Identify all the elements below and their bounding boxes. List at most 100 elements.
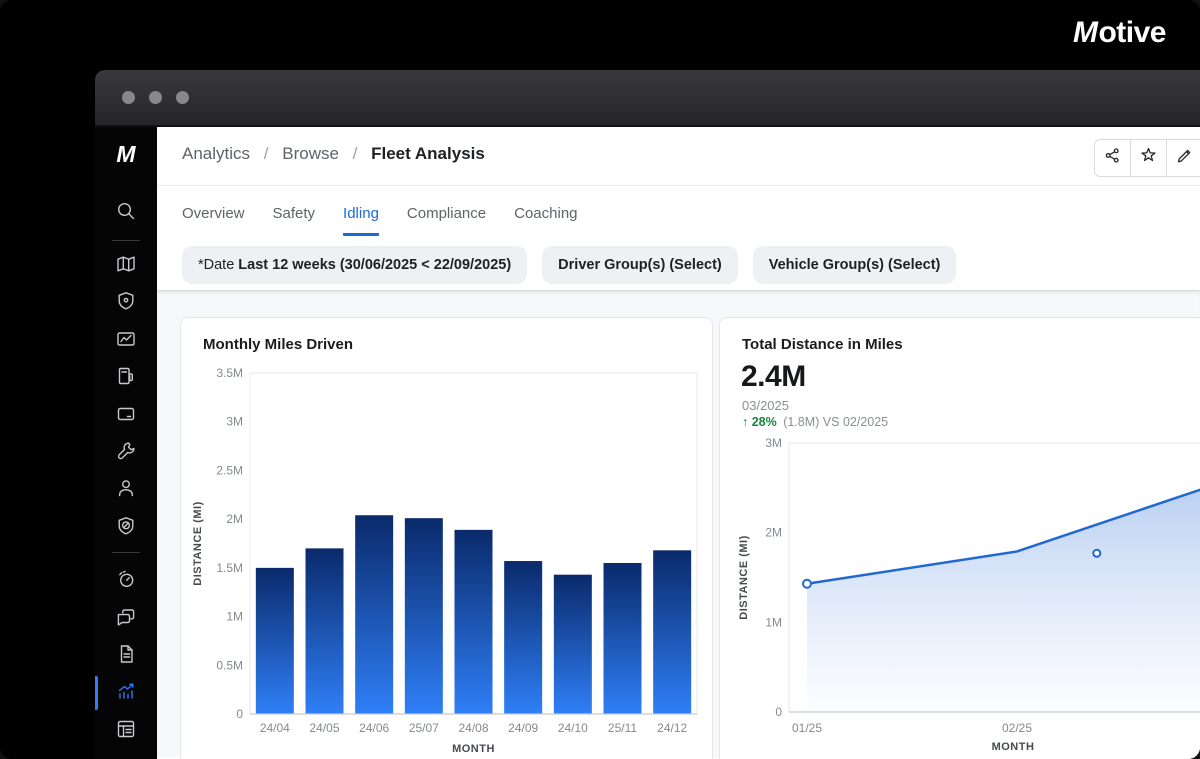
svg-text:24/08: 24/08 — [458, 721, 488, 735]
breadcrumb-analytics[interactable]: Analytics — [182, 144, 250, 163]
window-control-minimize[interactable] — [149, 91, 162, 104]
share-icon — [1103, 146, 1122, 170]
dashcam-icon — [115, 328, 137, 355]
vehicle-group-filter-pill[interactable]: Vehicle Group(s) (Select) — [753, 246, 957, 284]
svg-text:24/09: 24/09 — [508, 721, 538, 735]
date-filter-prefix: *Date — [198, 257, 234, 273]
date-filter-pill[interactable]: *Date Last 12 weeks (30/06/2025 < 22/09/… — [182, 246, 527, 284]
filter-bar: *Date Last 12 weeks (30/06/2025 < 22/09/… — [157, 246, 1200, 290]
svg-text:0.5M: 0.5M — [216, 658, 243, 672]
sidebar-item-tracking[interactable] — [95, 563, 157, 599]
pencil-icon — [1175, 146, 1194, 170]
sidebar-item-card[interactable] — [95, 398, 157, 434]
sidebar-item-search[interactable] — [95, 195, 157, 231]
svg-text:MONTH: MONTH — [992, 741, 1035, 753]
page-header: Analytics / Browse / Fleet Analysis — [157, 127, 1200, 186]
sidebar-item-person[interactable] — [95, 472, 157, 508]
messages-icon — [115, 606, 137, 633]
top-brand-bar: Motive — [0, 0, 1200, 70]
header-action-group — [1095, 139, 1200, 177]
bar-chart-title: Monthly Miles Driven — [203, 336, 353, 353]
sidebar-item-document[interactable] — [95, 638, 157, 674]
kpi-delta-detail: (1.8M) VS 02/2025 — [783, 415, 888, 429]
bar-chart: 00.5M1M1.5M2M2.5M3M3.5M24/0424/0524/0625… — [181, 318, 714, 759]
svg-text:MONTH: MONTH — [452, 743, 495, 755]
svg-text:DISTANCE (MI): DISTANCE (MI) — [738, 535, 750, 620]
svg-text:3M: 3M — [226, 415, 243, 429]
sidebar-active-indicator — [95, 676, 98, 710]
svg-text:1M: 1M — [226, 610, 243, 624]
svg-text:24/06: 24/06 — [359, 721, 389, 735]
tab-overview[interactable]: Overview — [182, 205, 245, 236]
svg-text:3M: 3M — [765, 436, 782, 450]
tab-idling[interactable]: Idling — [343, 205, 379, 236]
svg-text:01/25: 01/25 — [792, 721, 822, 735]
breadcrumb-browse[interactable]: Browse — [282, 144, 339, 163]
motive-logo: Motive — [1073, 16, 1166, 50]
sidebar-item-reports[interactable] — [95, 713, 157, 749]
kpi-delta: ↑ 28% (1.8M) VS 02/2025 — [742, 415, 888, 429]
kpi-value: 2.4M — [741, 360, 806, 394]
svg-text:24/12: 24/12 — [657, 721, 687, 735]
svg-text:25/07: 25/07 — [409, 721, 439, 735]
driver-group-filter-pill[interactable]: Driver Group(s) (Select) — [542, 246, 738, 284]
tab-bar: Overview Safety Idling Compliance Coachi… — [157, 186, 1200, 246]
window-control-zoom[interactable] — [176, 91, 189, 104]
svg-text:1.5M: 1.5M — [216, 561, 243, 575]
window-body: M Analytics / Browse / Fleet Analysis — [95, 127, 1200, 759]
sidebar-item-messages[interactable] — [95, 601, 157, 637]
total-distance-card: 01M2M3M01/2502/2503/25MONTHDISTANCE (MI)… — [719, 317, 1200, 759]
svg-text:2.5M: 2.5M — [216, 463, 243, 477]
browser-window: M Analytics / Browse / Fleet Analysis — [95, 70, 1200, 759]
sidebar-item-fuel[interactable] — [95, 360, 157, 396]
favorite-button[interactable] — [1130, 139, 1167, 177]
svg-text:0: 0 — [236, 707, 243, 721]
svg-text:02/25: 02/25 — [1002, 721, 1032, 735]
breadcrumb-separator: / — [264, 144, 269, 163]
star-icon — [1139, 146, 1158, 170]
dashboard-canvas: 0 0.5M 1M 1.5M 2M 2.5M 3M 3.5M 24/04 24/05 24/06 25… — [157, 290, 1200, 758]
app-sidebar: M — [95, 127, 157, 759]
tab-coaching[interactable]: Coaching — [514, 205, 577, 236]
analytics-icon — [115, 680, 137, 707]
motive-logo-text: otive — [1098, 16, 1166, 49]
card-icon — [115, 403, 137, 430]
search-icon — [115, 200, 137, 227]
breadcrumb: Analytics / Browse / Fleet Analysis — [182, 144, 485, 164]
kpi-delta-arrow-and-pct: ↑ 28% — [742, 415, 780, 429]
sidebar-logo[interactable]: M — [95, 141, 157, 168]
svg-text:24/05: 24/05 — [309, 721, 339, 735]
tab-compliance[interactable]: Compliance — [407, 205, 486, 236]
kpi-chart-title: Total Distance in Miles — [742, 336, 903, 353]
svg-text:DISTANCE (MI): DISTANCE (MI) — [192, 501, 204, 586]
breadcrumb-separator: / — [353, 144, 358, 163]
fuel-icon — [115, 365, 137, 392]
main-content: Analytics / Browse / Fleet Analysis Over… — [157, 127, 1200, 759]
dispatch-icon — [115, 515, 137, 542]
sidebar-item-dashcam[interactable] — [95, 323, 157, 359]
sidebar-divider — [112, 240, 140, 241]
svg-text:2M: 2M — [765, 526, 782, 540]
svg-text:1M: 1M — [765, 615, 782, 629]
sidebar-item-shield[interactable] — [95, 285, 157, 321]
wrench-icon — [115, 440, 137, 467]
sidebar-divider — [112, 552, 140, 553]
driver-group-filter-label: Driver Group(s) (Select) — [558, 257, 722, 273]
map-icon — [115, 253, 137, 280]
svg-text:24/04: 24/04 — [260, 721, 290, 735]
document-icon — [115, 643, 137, 670]
sidebar-item-analytics[interactable] — [95, 675, 157, 711]
sidebar-item-map[interactable] — [95, 248, 157, 284]
page-title: Fleet Analysis — [371, 144, 485, 163]
share-button[interactable] — [1094, 139, 1131, 177]
svg-text:24/10: 24/10 — [558, 721, 588, 735]
svg-text:3.5M: 3.5M — [216, 366, 243, 380]
window-titlebar — [95, 70, 1200, 127]
tracking-icon — [115, 568, 137, 595]
tab-safety[interactable]: Safety — [273, 205, 316, 236]
edit-button[interactable] — [1166, 139, 1200, 177]
kpi-period: 03/2025 — [742, 398, 789, 413]
sidebar-item-wrench[interactable] — [95, 435, 157, 471]
window-control-close[interactable] — [122, 91, 135, 104]
sidebar-item-dispatch[interactable] — [95, 510, 157, 546]
